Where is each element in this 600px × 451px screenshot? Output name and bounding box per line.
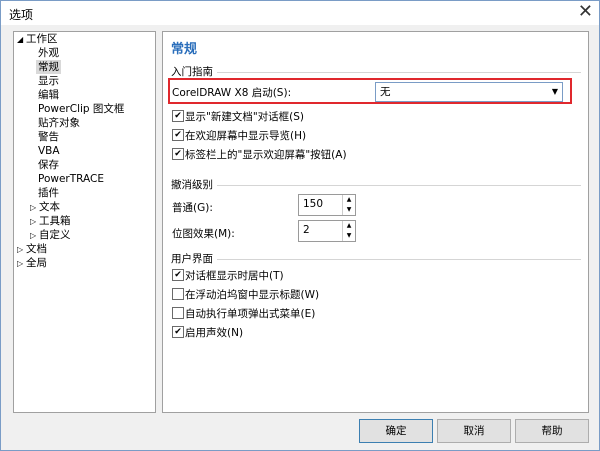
tree-item-label: 文本 [39, 201, 60, 213]
checkbox-show-new-doc[interactable]: ✔ [172, 110, 184, 122]
tree-item-edit[interactable]: 编辑 [38, 88, 59, 102]
close-icon[interactable]: ✕ [578, 2, 593, 22]
normal-undo-stepper[interactable]: 150 ▲ ▼ [298, 194, 356, 216]
tree-item-document[interactable]: ▷ 文档 [17, 242, 47, 256]
stepper-up-icon[interactable]: ▲ [342, 195, 355, 205]
stepper-down-icon[interactable]: ▼ [342, 231, 355, 241]
bitmap-undo-stepper[interactable]: 2 ▲ ▼ [298, 220, 356, 242]
options-dialog: 选项 ✕ ◢ 工作区 外观 常规 显示 编辑 PowerClip 图文框 贴齐对象… [0, 0, 600, 451]
tree-item-powerclip[interactable]: PowerClip 图文框 [38, 102, 124, 116]
tree-item-general[interactable]: 常规 [36, 60, 61, 74]
tree-item-snap[interactable]: 贴齐对象 [38, 116, 80, 130]
tree-item-global[interactable]: ▷ 全局 [17, 256, 47, 270]
tree-item-label: 自定义 [39, 229, 71, 241]
section-ui: 用户界面 [171, 253, 213, 265]
window-title: 选项 [9, 8, 34, 22]
stepper-value: 2 [303, 224, 310, 236]
options-tree: ◢ 工作区 外观 常规 显示 编辑 PowerClip 图文框 贴齐对象 警告 V… [13, 31, 156, 413]
checkbox-label: 在欢迎屏幕中显示导览(H) [185, 130, 307, 142]
normal-undo-label: 普通(G): [172, 202, 213, 214]
collapse-icon[interactable]: ◢ [17, 33, 26, 47]
checkbox-label: 标签栏上的"显示欢迎屏幕"按钮(A) [185, 149, 347, 161]
tree-item-workspace[interactable]: ◢ 工作区 [17, 32, 58, 46]
tree-item-plugins[interactable]: 插件 [38, 186, 59, 200]
checkbox-center-dialogs[interactable]: ✔ [172, 269, 184, 281]
bitmap-undo-label: 位图效果(M): [172, 228, 235, 240]
expand-icon[interactable]: ▷ [30, 201, 39, 215]
checkbox-label: 启用声效(N) [185, 327, 244, 339]
startup-value: 无 [380, 86, 391, 98]
settings-panel: 常规 入门指南 CorelDRAW X8 启动(S): 无 ▼ ✔ 显示"新建文… [162, 31, 589, 413]
stepper-value: 150 [303, 198, 324, 210]
startup-select[interactable]: 无 ▼ [375, 82, 563, 102]
tree-item-warnings[interactable]: 警告 [38, 130, 59, 144]
tree-item-label: 文档 [26, 243, 47, 255]
tree-item-display[interactable]: 显示 [38, 74, 59, 88]
checkbox-sound[interactable]: ✔ [172, 326, 184, 338]
startup-label: CorelDRAW X8 启动(S): [172, 87, 292, 99]
expand-icon[interactable]: ▷ [30, 215, 39, 229]
help-button[interactable]: 帮助 [515, 419, 589, 443]
checkbox-label: 自动执行单项弹出式菜单(E) [185, 308, 316, 320]
tree-item-vba[interactable]: VBA [38, 144, 60, 158]
expand-icon[interactable]: ▷ [30, 229, 39, 243]
tree-item-label: 工作区 [26, 33, 58, 45]
tree-item-powertrace[interactable]: PowerTRACE [38, 172, 104, 186]
expand-icon[interactable]: ▷ [17, 257, 26, 271]
tree-item-label: 工具箱 [39, 215, 71, 227]
tree-item-label: 全局 [26, 257, 47, 269]
tree-item-text[interactable]: ▷ 文本 [30, 200, 60, 214]
stepper-up-icon[interactable]: ▲ [342, 221, 355, 231]
section-undo: 撤消级别 [171, 179, 213, 191]
section-intro: 入门指南 [171, 66, 213, 78]
checkbox-auto-flyout[interactable] [172, 307, 184, 319]
checkbox-label: 对话框显示时居中(T) [185, 270, 284, 282]
page-title: 常规 [171, 42, 198, 57]
checkbox-welcome-button[interactable]: ✔ [172, 148, 184, 160]
checkbox-docker-titles[interactable] [172, 288, 184, 300]
section-divider [217, 72, 581, 73]
section-divider [217, 259, 581, 260]
tree-item-appearance[interactable]: 外观 [38, 46, 59, 60]
checkbox-label: 在浮动泊坞窗中显示标题(W) [185, 289, 320, 301]
tree-item-customize[interactable]: ▷ 自定义 [30, 228, 71, 242]
stepper-down-icon[interactable]: ▼ [342, 205, 355, 215]
ok-button[interactable]: 确定 [359, 419, 433, 443]
title-bar: 选项 ✕ [1, 1, 599, 25]
tree-item-save[interactable]: 保存 [38, 158, 59, 172]
cancel-button[interactable]: 取消 [437, 419, 511, 443]
expand-icon[interactable]: ▷ [17, 243, 26, 257]
tree-item-toolbox[interactable]: ▷ 工具箱 [30, 214, 71, 228]
checkbox-welcome-tour[interactable]: ✔ [172, 129, 184, 141]
checkbox-label: 显示"新建文档"对话框(S) [185, 111, 305, 123]
dropdown-arrow-icon[interactable]: ▼ [552, 83, 558, 101]
section-divider [217, 185, 581, 186]
